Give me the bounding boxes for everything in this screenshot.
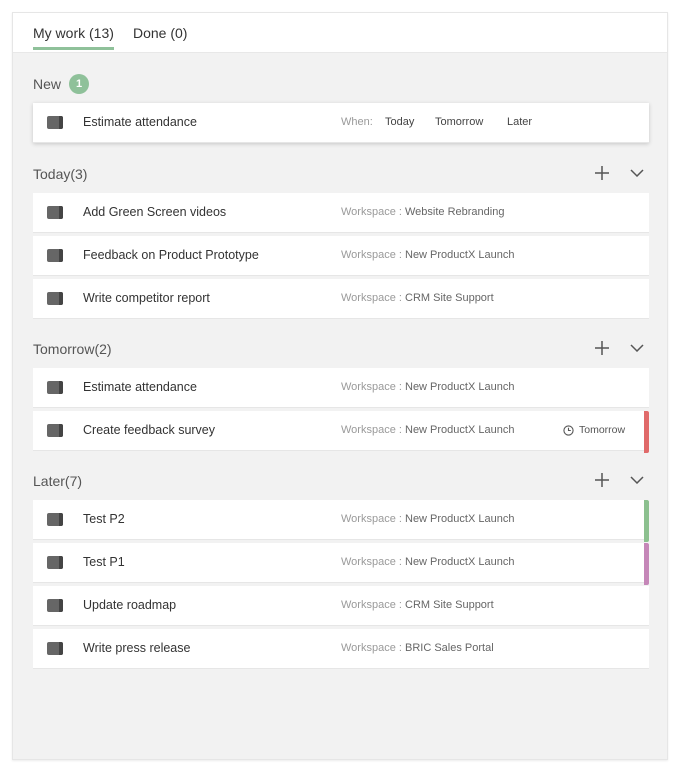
task-row[interactable]: Feedback on Product Prototype Workspace …	[33, 236, 649, 276]
task-name[interactable]: Test P2	[83, 512, 125, 526]
section-tomorrow-title: Tomorrow(2)	[33, 341, 112, 357]
task-checkbox[interactable]	[47, 642, 63, 655]
my-work-panel: My work (13) Done (0) New 1 Estimate att…	[12, 12, 668, 760]
task-checkbox[interactable]	[47, 513, 63, 526]
task-name[interactable]: Test P1	[83, 555, 125, 569]
section-tomorrow-header: Tomorrow(2)	[33, 338, 649, 362]
priority-bar	[644, 500, 649, 542]
workspace-label: Workspace : New ProductX Launch	[341, 556, 515, 568]
workspace-label: Workspace : New ProductX Launch	[341, 513, 515, 525]
chevron-down-icon[interactable]	[627, 163, 647, 183]
task-name[interactable]: Update roadmap	[83, 598, 176, 612]
new-count-badge: 1	[69, 74, 89, 94]
chevron-down-icon[interactable]	[627, 470, 647, 490]
new-task-row[interactable]: Estimate attendance When: Today Tomorrow…	[33, 103, 649, 143]
add-icon[interactable]	[592, 163, 612, 183]
task-checkbox[interactable]	[47, 292, 63, 305]
task-row[interactable]: Estimate attendance Workspace : New Prod…	[33, 368, 649, 408]
when-option-tomorrow[interactable]: Tomorrow	[435, 116, 483, 128]
task-name[interactable]: Write competitor report	[83, 291, 210, 305]
task-row[interactable]: Test P1 Workspace : New ProductX Launch	[33, 543, 649, 585]
when-label: When:	[341, 116, 373, 128]
add-icon[interactable]	[592, 470, 612, 490]
task-row[interactable]: Write competitor report Workspace : CRM …	[33, 279, 649, 319]
task-row[interactable]: Test P2 Workspace : New ProductX Launch	[33, 500, 649, 542]
task-name[interactable]: Write press release	[83, 641, 190, 655]
priority-bar	[644, 411, 649, 453]
section-today-title: Today(3)	[33, 166, 88, 182]
chevron-down-icon[interactable]	[627, 338, 647, 358]
task-name[interactable]: Estimate attendance	[83, 115, 197, 129]
workspace-label: Workspace : New ProductX Launch	[341, 249, 515, 261]
task-row[interactable]: Create feedback survey Workspace : New P…	[33, 411, 649, 453]
task-name[interactable]: Estimate attendance	[83, 380, 197, 394]
workspace-label: Workspace : New ProductX Launch	[341, 424, 515, 436]
task-name[interactable]: Feedback on Product Prototype	[83, 248, 259, 262]
tab-bar: My work (13) Done (0)	[13, 13, 667, 53]
when-option-today[interactable]: Today	[385, 116, 414, 128]
task-name[interactable]: Add Green Screen videos	[83, 205, 226, 219]
when-option-later[interactable]: Later	[507, 116, 532, 128]
section-later-header: Later(7)	[33, 470, 649, 494]
tab-my-work[interactable]: My work (13)	[33, 25, 114, 50]
workspace-label: Workspace : CRM Site Support	[341, 599, 494, 611]
due-date-label: Tomorrow	[579, 424, 626, 436]
due-date: Tomorrow	[563, 424, 625, 436]
task-checkbox[interactable]	[47, 556, 63, 569]
task-name[interactable]: Create feedback survey	[83, 423, 215, 437]
task-checkbox[interactable]	[47, 249, 63, 262]
section-new-title: New	[33, 76, 62, 92]
workspace-label: Workspace : BRIC Sales Portal	[341, 642, 494, 654]
add-icon[interactable]	[592, 338, 612, 358]
task-checkbox[interactable]	[47, 381, 63, 394]
section-new-header: New 1	[33, 73, 649, 97]
section-today-header: Today(3)	[33, 163, 649, 187]
task-checkbox[interactable]	[47, 599, 63, 612]
clock-icon	[563, 424, 574, 436]
section-later-title: Later(7)	[33, 473, 83, 489]
task-row[interactable]: Add Green Screen videos Workspace : Webs…	[33, 193, 649, 233]
task-row[interactable]: Write press release Workspace : BRIC Sal…	[33, 629, 649, 669]
task-checkbox[interactable]	[47, 424, 63, 437]
task-checkbox[interactable]	[47, 206, 63, 219]
task-checkbox[interactable]	[47, 116, 63, 129]
workspace-label: Workspace : New ProductX Launch	[341, 381, 515, 393]
tab-done[interactable]: Done (0)	[133, 25, 187, 41]
workspace-label: Workspace : Website Rebranding	[341, 206, 505, 218]
priority-bar	[644, 543, 649, 585]
task-row[interactable]: Update roadmap Workspace : CRM Site Supp…	[33, 586, 649, 626]
workspace-label: Workspace : CRM Site Support	[341, 292, 494, 304]
